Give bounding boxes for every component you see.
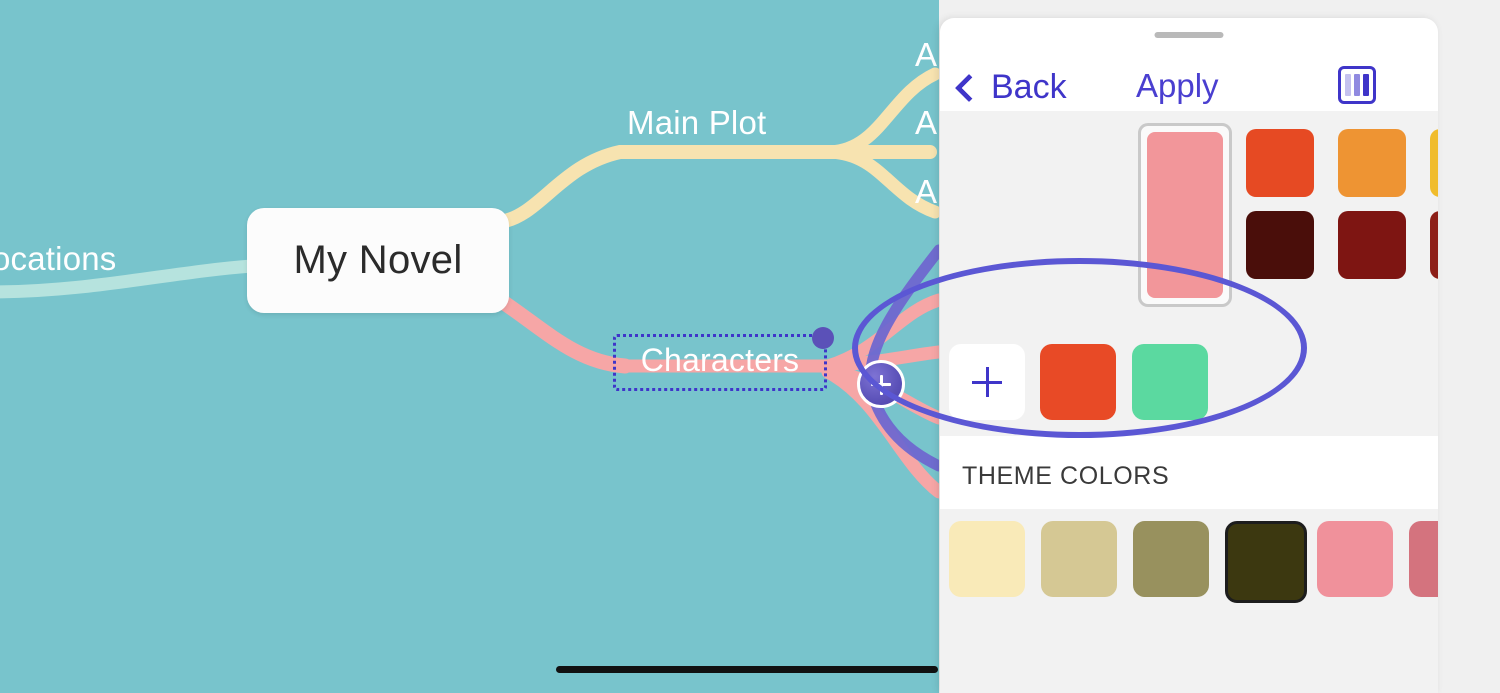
mindmap-selected-node-characters[interactable]: Characters (613, 334, 827, 391)
palette-swatch-1-bottom[interactable] (1246, 211, 1314, 279)
plus-icon (972, 367, 1002, 397)
root-node-label: My Novel (293, 238, 463, 282)
columns-icon-bar-2 (1354, 74, 1360, 96)
palette-column-3 (1430, 129, 1438, 293)
palette-swatch-2-top[interactable] (1338, 129, 1406, 197)
palette-grid (940, 111, 1438, 328)
theme-colors-title: THEME COLORS (962, 462, 1170, 490)
panel-footer-area (940, 607, 1438, 693)
custom-color-swatch-1[interactable] (1040, 344, 1116, 420)
branch-label-main-plot[interactable]: Main Plot (627, 104, 766, 142)
palette-swatch-1-top[interactable] (1246, 129, 1314, 197)
node-resize-handle[interactable] (812, 327, 834, 349)
mindmap-root-node[interactable]: My Novel (247, 208, 509, 313)
theme-color-swatch-4[interactable] (1225, 521, 1307, 603)
columns-layout-button[interactable] (1338, 66, 1376, 104)
apply-button-label: Apply (1136, 67, 1219, 104)
theme-color-swatch-5[interactable] (1317, 521, 1393, 597)
columns-icon-bar-1 (1345, 74, 1351, 96)
branch-label-act-1[interactable]: A (915, 36, 937, 74)
apply-button[interactable]: Apply (1136, 67, 1219, 105)
screen: ocations Main Plot A A A My Novel Charac… (0, 0, 1500, 693)
back-button-label: Back (991, 68, 1067, 106)
theme-color-swatch-3[interactable] (1133, 521, 1209, 597)
color-picker-panel: Back Apply THEME COLORS (940, 18, 1438, 693)
custom-colors-row (940, 328, 1438, 436)
panel-header: Back Apply (940, 18, 1438, 122)
add-custom-color-button[interactable] (949, 344, 1025, 420)
palette-swatch-3-top[interactable] (1430, 129, 1438, 197)
palette-column-1 (1246, 129, 1314, 293)
branch-label-act-2[interactable]: A (915, 104, 937, 142)
custom-color-swatch-2[interactable] (1132, 344, 1208, 420)
branch-label-act-3[interactable]: A (915, 173, 937, 211)
theme-colors-header: THEME COLORS (940, 436, 1438, 509)
columns-icon-bar-3 (1363, 74, 1369, 96)
back-button[interactable]: Back (954, 68, 1067, 107)
palette-swatch-3-bottom[interactable] (1430, 211, 1438, 279)
selected-node-label: Characters (640, 342, 800, 378)
panel-drag-grabber[interactable] (1154, 32, 1224, 38)
theme-color-swatch-1[interactable] (949, 521, 1025, 597)
theme-colors-row (940, 509, 1438, 607)
add-child-node-button[interactable] (857, 360, 905, 408)
selected-color-swatch[interactable] (1138, 123, 1232, 307)
theme-color-swatch-6[interactable] (1409, 521, 1438, 597)
home-indicator (556, 666, 938, 673)
chevron-left-icon (954, 73, 984, 102)
palette-column-2 (1338, 129, 1406, 293)
mindmap-canvas[interactable]: ocations Main Plot A A A My Novel Charac… (0, 0, 939, 693)
palette-swatch-2-bottom[interactable] (1338, 211, 1406, 279)
branch-label-locations[interactable]: ocations (0, 240, 117, 278)
theme-color-swatch-2[interactable] (1041, 521, 1117, 597)
selected-color-fill (1147, 132, 1223, 298)
